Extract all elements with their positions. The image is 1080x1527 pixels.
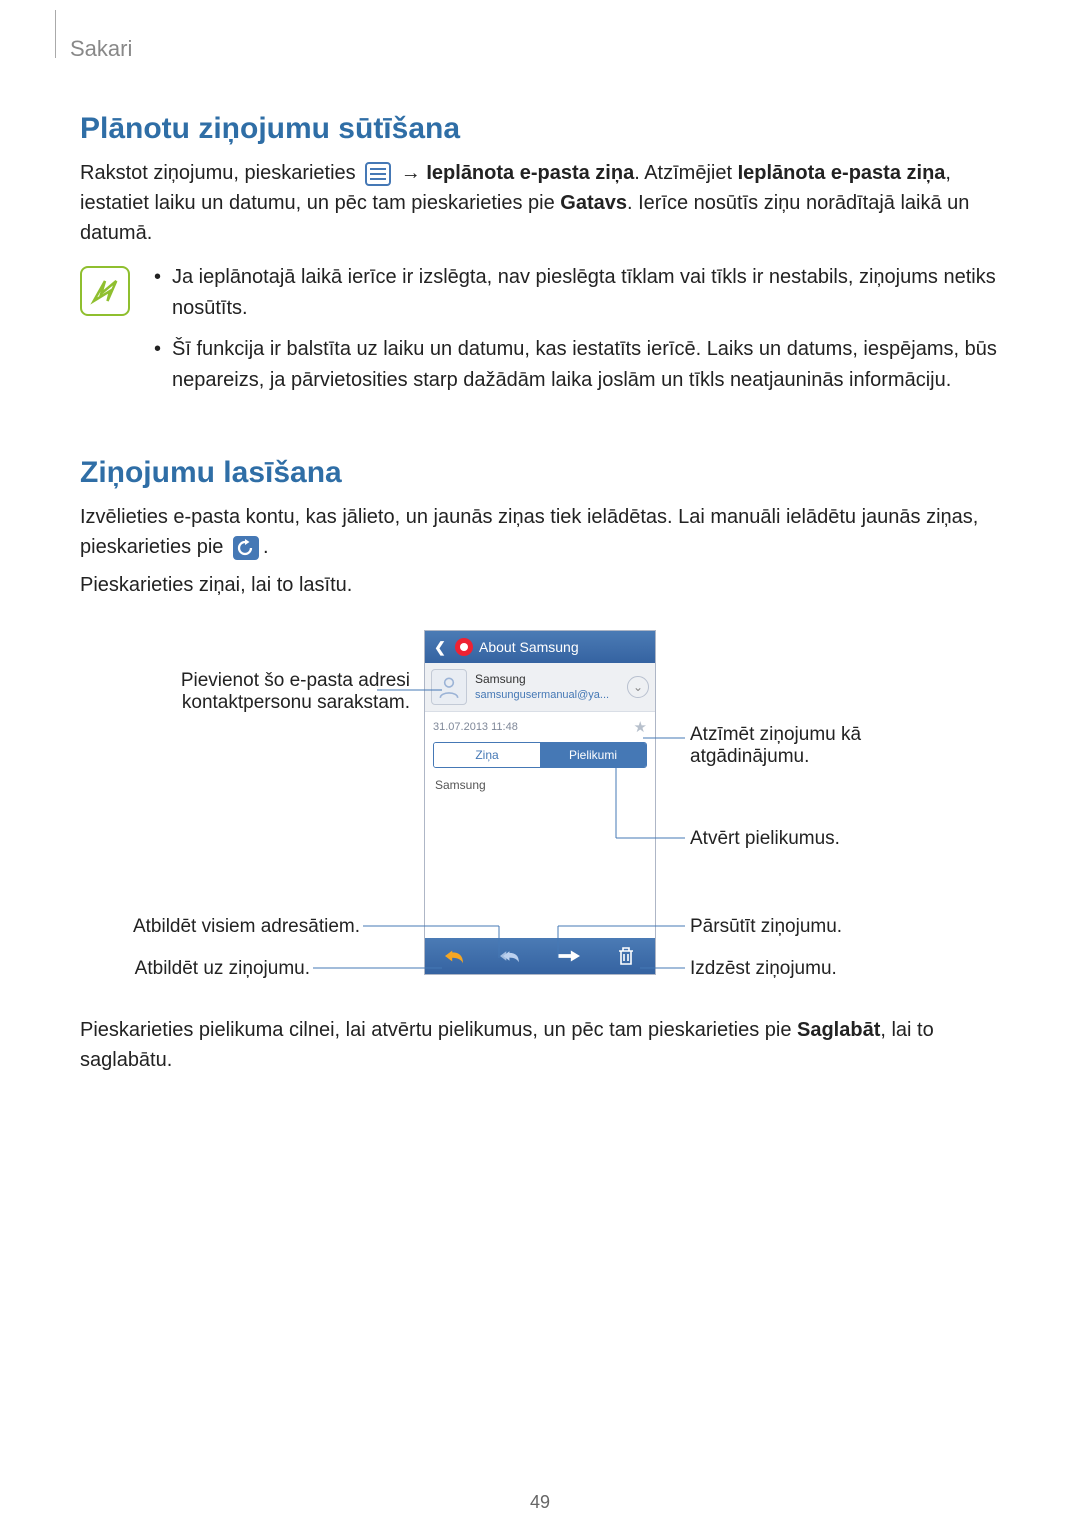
note-item: Šī funkcija ir balstīta uz laiku un datu…	[148, 334, 1000, 396]
menu-icon	[365, 162, 391, 186]
phone-diagram: ❮ About Samsung Samsung samsungusermanua…	[80, 630, 1000, 975]
section-title-reading: Ziņojumu lasīšana	[80, 456, 1000, 490]
message-tabs: Ziņa Pielikumi	[433, 742, 647, 768]
callout-reply-all: Atbildēt visiem adresātiem.	[133, 916, 360, 938]
sender-email: samsungusermanual@ya...	[475, 688, 627, 702]
paragraph-save-attach: Pieskarieties pielikuma cilnei, lai atvē…	[80, 1015, 1000, 1075]
text: Rakstot ziņojumu, pieskarieties	[80, 162, 361, 184]
note-item: Ja ieplānotajā laikā ierīce ir izslēgta,…	[148, 262, 1000, 324]
text: →	[401, 162, 427, 184]
breadcrumb: Sakari	[70, 36, 1000, 62]
reply-icon[interactable]	[443, 945, 465, 967]
expand-icon[interactable]: ⌄	[627, 676, 649, 698]
note-box: Ja ieplānotajā laikā ierīce ir izslēgta,…	[80, 262, 1000, 406]
message-body: Samsung	[425, 768, 655, 938]
text-bold: Saglabāt	[797, 1019, 880, 1041]
callout-delete: Izdzēst ziņojumu.	[690, 958, 837, 980]
toolbar	[425, 938, 655, 974]
refresh-icon	[233, 536, 259, 560]
phone-title: About Samsung	[479, 639, 579, 655]
sender-row[interactable]: Samsung samsungusermanual@ya... ⌄	[425, 663, 655, 712]
sender-name: Samsung	[475, 672, 627, 688]
star-icon[interactable]: ★	[634, 718, 647, 736]
text-bold: Ieplānota e-pasta ziņa	[738, 162, 946, 184]
paragraph-scheduled: Rakstot ziņojumu, pieskarieties → Ieplān…	[80, 158, 1000, 248]
back-icon[interactable]: ❮	[431, 639, 449, 656]
forward-icon[interactable]	[558, 945, 580, 967]
callout-open-attach: Atvērt pielikumus.	[690, 828, 840, 850]
callout-add-contact: Pievienot šo e-pasta adresi kontaktperso…	[181, 670, 410, 714]
timestamp: 31.07.2013 11:48	[433, 721, 518, 733]
paragraph-reading: Izvēlieties e-pasta kontu, kas jālieto, …	[80, 502, 1000, 562]
phone-header: ❮ About Samsung	[425, 631, 655, 663]
text: Izvēlieties e-pasta kontu, kas jālieto, …	[80, 506, 978, 558]
avatar[interactable]	[431, 669, 467, 705]
callout-flag: Atzīmēt ziņojumu kā atgādinājumu.	[690, 724, 861, 768]
section-title-scheduled: Plānotu ziņojumu sūtīšana	[80, 112, 1000, 146]
callout-reply: Atbildēt uz ziņojumu.	[135, 958, 310, 980]
callout-forward: Pārsūtīt ziņojumu.	[690, 916, 842, 938]
text-bold: Gatavs	[560, 192, 627, 214]
delete-icon[interactable]	[615, 945, 637, 967]
text: Pieskarieties pielikuma cilnei, lai atvē…	[80, 1019, 797, 1041]
text: . Atzīmējiet	[634, 162, 737, 184]
note-icon	[80, 266, 130, 316]
message-meta: 31.07.2013 11:48 ★	[425, 712, 655, 742]
text-bold: Ieplānota e-pasta ziņa	[426, 162, 634, 184]
tab-message[interactable]: Ziņa	[434, 743, 540, 767]
page-number: 49	[0, 1492, 1080, 1513]
app-icon	[455, 638, 473, 656]
tab-attachments[interactable]: Pielikumi	[540, 743, 646, 767]
reply-all-icon[interactable]	[500, 945, 522, 967]
paragraph-tap: Pieskarieties ziņai, lai to lasītu.	[80, 570, 1000, 600]
text: .	[263, 536, 269, 558]
